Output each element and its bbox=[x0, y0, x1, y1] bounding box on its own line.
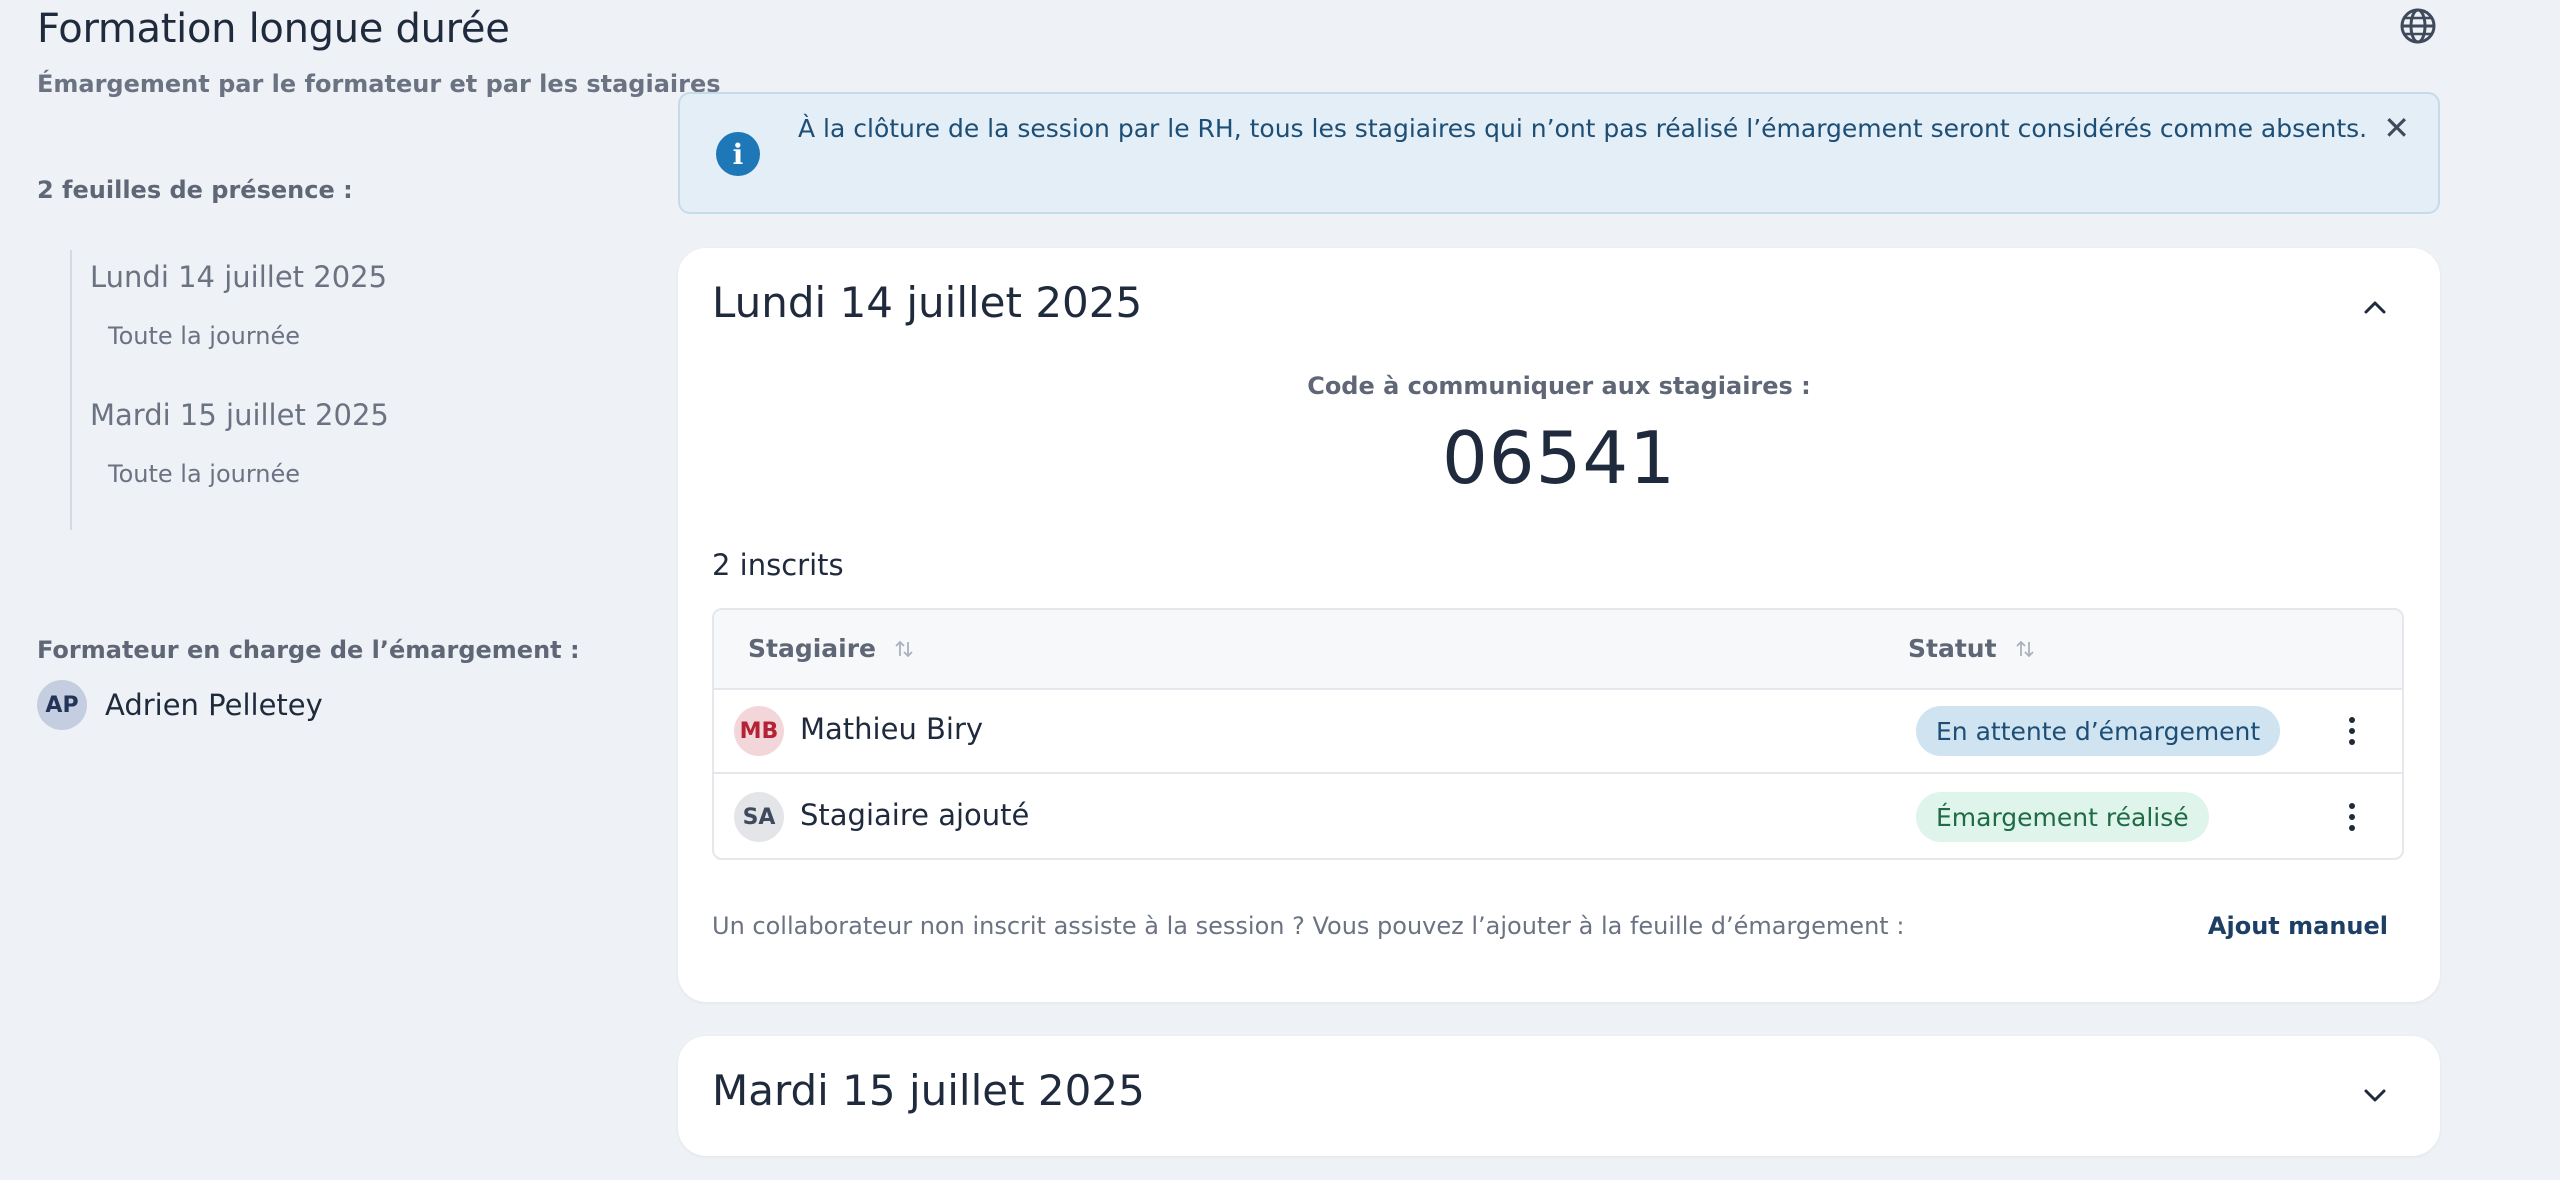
session-title[interactable]: Mardi 15 juillet 2025 bbox=[712, 1066, 1145, 1115]
session-title[interactable]: Lundi 14 juillet 2025 bbox=[712, 278, 1142, 327]
status-badge: Émargement réalisé bbox=[1916, 792, 2209, 842]
column-header-statut[interactable]: Statut bbox=[1908, 634, 2035, 663]
column-header-stagiaire[interactable]: Stagiaire bbox=[748, 634, 914, 663]
info-icon: i bbox=[716, 132, 760, 176]
trainer-label: Formateur en charge de l’émargement : bbox=[37, 636, 580, 664]
sheet-item-day-1[interactable]: Lundi 14 juillet 2025 bbox=[90, 260, 387, 294]
chevron-down-icon[interactable] bbox=[2360, 1080, 2390, 1110]
sort-icon[interactable] bbox=[2015, 638, 2035, 660]
chevron-up-icon[interactable] bbox=[2360, 292, 2390, 322]
status-badge: En attente d’émargement bbox=[1916, 706, 2281, 756]
add-manual-hint: Un collaborateur non inscrit assiste à l… bbox=[712, 912, 1905, 940]
trainee-name: Mathieu Biry bbox=[800, 712, 984, 746]
trainer: AP Adrien Pelletey bbox=[37, 680, 323, 730]
page-subtitle: Émargement par le formateur et par les s… bbox=[37, 70, 721, 98]
session-code: 06541 bbox=[1441, 416, 1677, 500]
attendance-table: Stagiaire Statut MB Mathieu Biry En atte… bbox=[712, 608, 2404, 860]
table-row: MB Mathieu Biry En attente d’émargement bbox=[714, 690, 2402, 774]
sheet-item-period-1: Toute la journée bbox=[108, 322, 301, 350]
more-options-icon[interactable] bbox=[2348, 716, 2356, 746]
trainee-name: Stagiaire ajouté bbox=[800, 798, 1030, 832]
code-label: Code à communiquer aux stagiaires : bbox=[1307, 372, 1811, 400]
table-row: SA Stagiaire ajouté Émargement réalisé bbox=[714, 776, 2402, 858]
info-banner: i À la clôture de la session par le RH, … bbox=[678, 92, 2440, 214]
session-card-1: Lundi 14 juillet 2025 Code à communiquer… bbox=[678, 248, 2440, 1002]
avatar: AP bbox=[37, 680, 87, 730]
trainer-name: Adrien Pelletey bbox=[105, 688, 323, 722]
sheet-item-day-2[interactable]: Mardi 15 juillet 2025 bbox=[90, 398, 389, 432]
globe-icon[interactable] bbox=[2398, 6, 2438, 46]
close-icon[interactable]: ✕ bbox=[2383, 112, 2410, 144]
sheet-list: Lundi 14 juillet 2025 Toute la journée M… bbox=[70, 250, 590, 530]
enrolled-count: 2 inscrits bbox=[712, 548, 844, 582]
table-header: Stagiaire Statut bbox=[714, 610, 2402, 690]
more-options-icon[interactable] bbox=[2348, 802, 2356, 832]
column-header-label: Stagiaire bbox=[748, 634, 877, 663]
sheets-count-label: 2 feuilles de présence : bbox=[37, 176, 353, 204]
add-manual-button[interactable]: Ajout manuel bbox=[2208, 912, 2388, 940]
avatar: MB bbox=[734, 706, 784, 756]
column-header-label: Statut bbox=[1908, 634, 1997, 663]
banner-message: À la clôture de la session par le RH, to… bbox=[798, 114, 2368, 143]
session-card-2[interactable]: Mardi 15 juillet 2025 bbox=[678, 1036, 2440, 1156]
sheet-item-period-2: Toute la journée bbox=[108, 460, 301, 488]
avatar: SA bbox=[734, 792, 784, 842]
sort-icon[interactable] bbox=[894, 638, 914, 660]
page-title: Formation longue durée bbox=[37, 6, 510, 52]
